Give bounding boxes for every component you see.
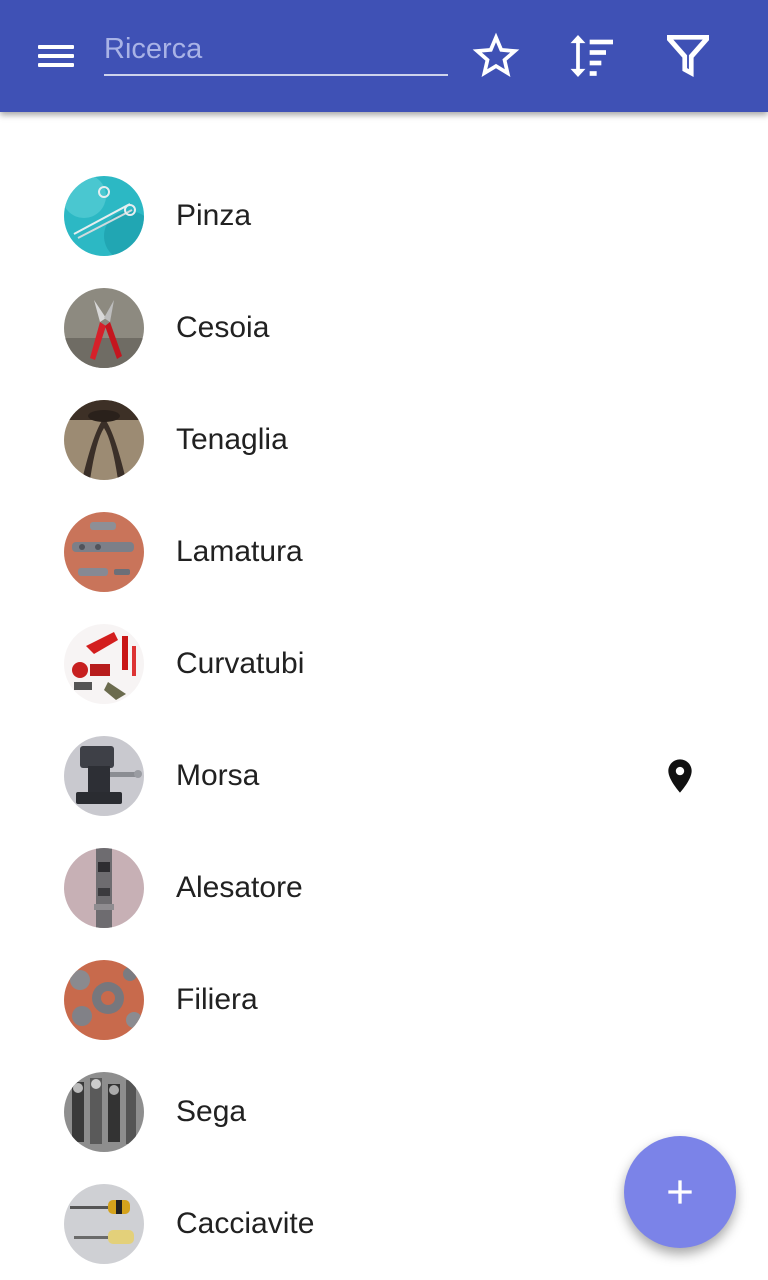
list-item-label: Cacciavite bbox=[176, 1207, 315, 1240]
list-item-label: Sega bbox=[176, 1095, 247, 1128]
filiera-thumbnail bbox=[64, 960, 144, 1040]
list-item[interactable]: Lamatura bbox=[0, 496, 768, 608]
list-item-label: Filiera bbox=[176, 983, 258, 1016]
cesoia-thumbnail bbox=[64, 288, 144, 368]
tool-list: Pinza Cesoia Tenaglia Lamatura Curvatubi… bbox=[0, 160, 768, 1280]
morsa-thumbnail bbox=[64, 736, 144, 816]
filter-icon bbox=[667, 35, 709, 77]
lamatura-thumbnail bbox=[64, 512, 144, 592]
plus-icon bbox=[668, 1180, 692, 1204]
list-item[interactable]: Pinza bbox=[0, 160, 768, 272]
list-item-label: Lamatura bbox=[176, 535, 303, 568]
filter-button[interactable] bbox=[660, 28, 716, 84]
list-item-label: Curvatubi bbox=[176, 647, 305, 680]
search-field bbox=[104, 20, 448, 82]
add-button[interactable] bbox=[624, 1136, 736, 1248]
list-item[interactable]: Tenaglia bbox=[0, 384, 768, 496]
menu-button[interactable] bbox=[26, 34, 86, 78]
star-outline-icon bbox=[472, 32, 520, 77]
list-item[interactable]: Morsa bbox=[0, 720, 768, 832]
pinza-thumbnail bbox=[64, 176, 144, 256]
list-item[interactable]: Filiera bbox=[0, 944, 768, 1056]
list-item-label: Cesoia bbox=[176, 311, 270, 344]
list-item-label: Morsa bbox=[176, 759, 260, 792]
list-item[interactable]: Curvatubi bbox=[0, 608, 768, 720]
app-bar bbox=[0, 0, 768, 112]
sega-thumbnail bbox=[64, 1072, 144, 1152]
curvatubi-thumbnail bbox=[64, 624, 144, 704]
sort-button[interactable] bbox=[564, 28, 620, 84]
alesatore-thumbnail bbox=[64, 848, 144, 928]
cacciavite-thumbnail bbox=[64, 1184, 144, 1264]
search-input[interactable] bbox=[104, 24, 448, 76]
favorites-button[interactable] bbox=[468, 28, 524, 84]
tenaglia-thumbnail bbox=[64, 400, 144, 480]
location-marker[interactable] bbox=[660, 752, 700, 800]
list-item-label: Alesatore bbox=[176, 871, 303, 904]
list-item[interactable]: Alesatore bbox=[0, 832, 768, 944]
list-item-label: Tenaglia bbox=[176, 423, 288, 456]
list-item[interactable]: Cesoia bbox=[0, 272, 768, 384]
sort-icon bbox=[570, 35, 613, 77]
map-marker-icon bbox=[668, 759, 692, 793]
menu-icon bbox=[26, 34, 86, 78]
list-item-label: Pinza bbox=[176, 199, 252, 232]
